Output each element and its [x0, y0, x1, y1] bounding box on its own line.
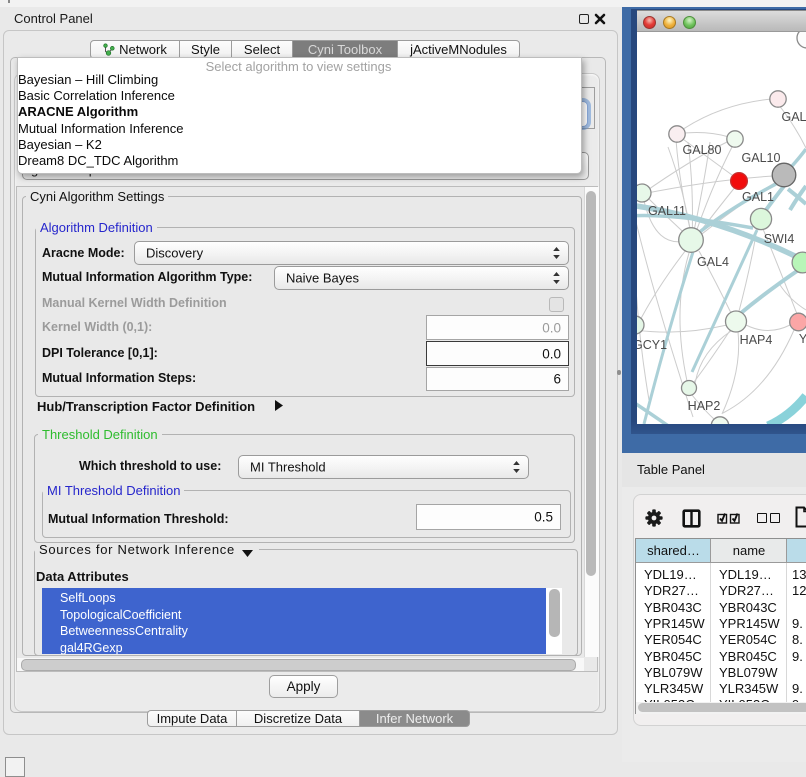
svg-text:GAL: GAL [781, 110, 806, 124]
svg-text:HAP2: HAP2 [688, 399, 721, 413]
svg-text:GAL4: GAL4 [697, 255, 729, 269]
svg-text:HAP4: HAP4 [740, 333, 773, 347]
svg-text:Y: Y [799, 332, 806, 346]
svg-text:GAL10: GAL10 [742, 151, 781, 165]
svg-text:GAL11: GAL11 [648, 204, 686, 218]
svg-text:SWI4: SWI4 [764, 232, 795, 246]
svg-text:GCY1: GCY1 [637, 338, 667, 352]
svg-text:GAL1: GAL1 [742, 190, 774, 204]
svg-text:GAL80: GAL80 [683, 143, 722, 157]
